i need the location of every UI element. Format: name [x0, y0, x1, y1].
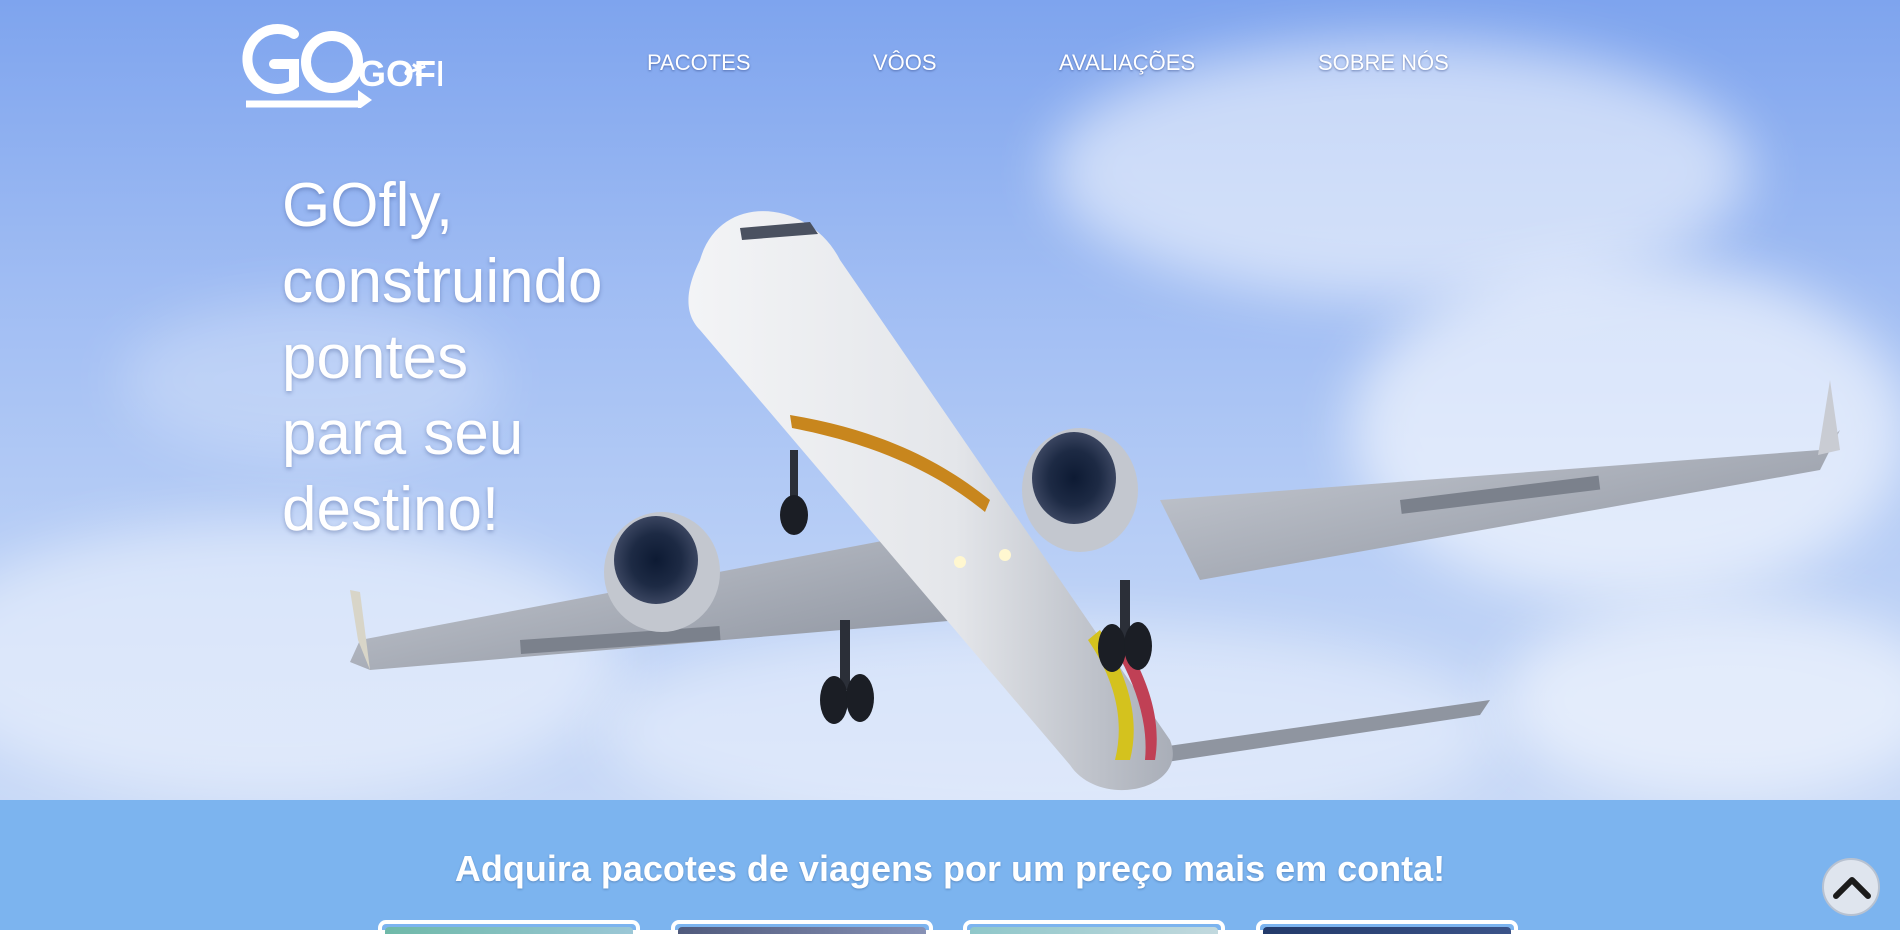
headline-line: para seu — [282, 399, 524, 468]
package-card[interactable] — [963, 920, 1225, 934]
main-nav: PACOTES VÔOS AVALIAÇÕES SOBRE NÓS — [0, 50, 1900, 84]
package-card[interactable] — [1256, 920, 1518, 934]
nav-item-avaliacoes[interactable]: AVALIAÇÕES — [1059, 50, 1195, 76]
hero-headline: GOfly, construindo pontes para seu desti… — [282, 168, 702, 548]
headline-line: destino! — [282, 475, 500, 544]
hero-section: GOFLY PACOTES VÔOS AVALIAÇÕES SOBRE NÓS … — [0, 0, 1900, 800]
nav-item-pacotes[interactable]: PACOTES — [647, 50, 751, 76]
scroll-top-button[interactable] — [1822, 858, 1880, 916]
headline-line: GOfly, — [282, 171, 454, 240]
package-card[interactable] — [378, 920, 640, 934]
chevron-up-icon — [1833, 877, 1871, 899]
nav-item-voos[interactable]: VÔOS — [873, 50, 937, 76]
packages-title: Adquira pacotes de viagens por um preço … — [454, 848, 1446, 889]
nav-item-sobre-nos[interactable]: SOBRE NÓS — [1318, 50, 1449, 76]
headline-line: pontes — [282, 323, 469, 392]
headline-line: construindo — [282, 247, 603, 316]
package-card[interactable] — [671, 920, 933, 934]
